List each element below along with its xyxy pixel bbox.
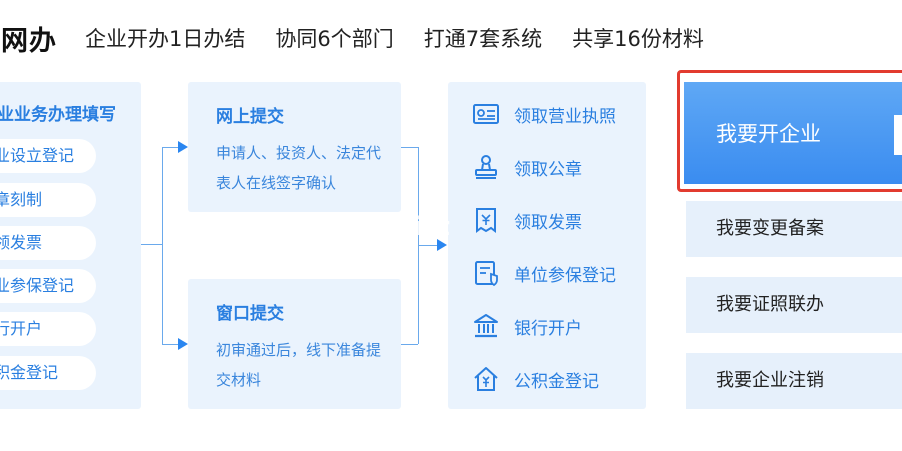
watermark: itt xyxy=(414,212,451,242)
result-item-bank[interactable]: 银行开户 xyxy=(472,311,582,341)
page-title: 理网办 xyxy=(0,25,57,57)
fill-item-bank-account[interactable]: 银行开户 xyxy=(0,312,96,346)
change-filing-button[interactable]: 我要变更备案 xyxy=(686,201,902,257)
insurance-icon xyxy=(475,261,498,287)
result-item-label: 领取公章 xyxy=(514,159,582,180)
seal-icon xyxy=(475,155,497,179)
header: 理网办 企业开办1日办结 协同6个部门 打通7套系统 共享16份材料 xyxy=(0,18,704,58)
window-submit-desc: 初审通过后，线下准备提交材料 xyxy=(216,341,382,389)
connector-line xyxy=(162,147,163,344)
online-submit-panel: 网上提交 申请人、投资人、法定代表人在线签字确认 xyxy=(188,82,401,212)
result-item-insurance[interactable]: 单位参保登记 xyxy=(472,258,616,288)
fill-panel: 企业业务办理填写 企业设立登记 公章刻制 申领发票 企业参保登记 银行开户 公积… xyxy=(0,82,141,409)
connector-line xyxy=(162,344,178,345)
arrow-right-icon xyxy=(178,338,188,350)
fill-item-invoice-apply[interactable]: 申领发票 xyxy=(0,226,96,260)
bank-icon xyxy=(474,314,498,338)
header-tag-2: 协同6个部门 xyxy=(275,27,394,51)
fill-item-seal-carving[interactable]: 公章刻制 xyxy=(0,183,96,217)
housing-fund-icon xyxy=(474,367,498,391)
invoice-icon xyxy=(476,208,496,233)
fill-item-company-setup[interactable]: 企业设立登记 xyxy=(0,139,96,173)
license-icon xyxy=(473,104,499,124)
result-item-label: 领取营业执照 xyxy=(514,106,616,127)
connector-line xyxy=(162,147,178,148)
results-panel: 领取营业执照 领取公章 领取发票 单位参保登记 银行开户 公积金登记 xyxy=(448,82,646,409)
result-item-label: 银行开户 xyxy=(514,318,582,339)
joint-license-button[interactable]: 我要证照联办 xyxy=(686,277,902,333)
fill-panel-title: 企业业务办理填写 xyxy=(0,105,116,125)
arrow-right-icon xyxy=(178,141,188,153)
window-submit-title: 窗口提交 xyxy=(216,304,284,324)
company-deregistration-button[interactable]: 我要企业注销 xyxy=(686,353,902,409)
online-submit-desc: 申请人、投资人、法定代表人在线签字确认 xyxy=(216,144,382,192)
connector-line xyxy=(141,244,163,245)
header-tag-4: 共享16份材料 xyxy=(572,27,704,51)
result-item-license[interactable]: 领取营业执照 xyxy=(472,99,616,129)
header-tag-1: 企业开办1日办结 xyxy=(85,27,246,51)
connector-line xyxy=(401,147,418,148)
result-item-label: 领取发票 xyxy=(514,212,582,233)
highlight-frame xyxy=(677,70,902,192)
connector-line xyxy=(418,245,438,246)
result-item-invoice[interactable]: 领取发票 xyxy=(472,205,582,235)
result-item-label: 单位参保登记 xyxy=(514,265,616,286)
online-submit-title: 网上提交 xyxy=(216,107,284,127)
header-tag-3: 打通7套系统 xyxy=(423,27,543,51)
fill-item-housing-fund[interactable]: 公积金登记 xyxy=(0,356,96,390)
result-item-seal[interactable]: 领取公章 xyxy=(472,152,582,182)
result-item-housing-fund[interactable]: 公积金登记 xyxy=(472,364,599,394)
fill-item-insurance[interactable]: 企业参保登记 xyxy=(0,269,96,303)
window-submit-panel: 窗口提交 初审通过后，线下准备提交材料 xyxy=(188,279,401,409)
connector-line xyxy=(401,344,418,345)
result-item-label: 公积金登记 xyxy=(514,371,599,392)
